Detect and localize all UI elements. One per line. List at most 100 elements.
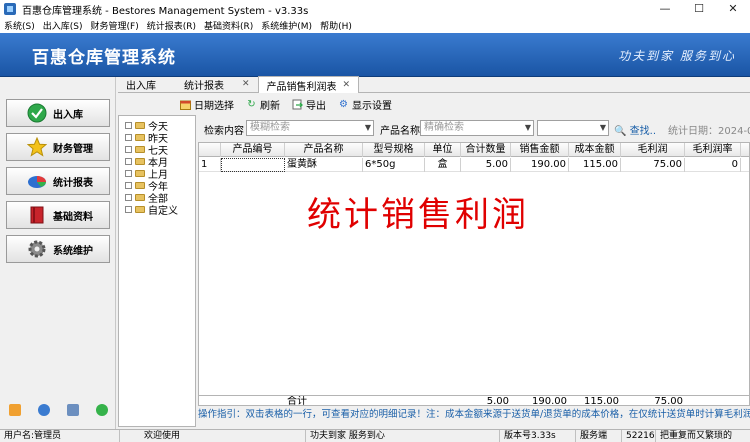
stat-date-label: 统计日期：2024-08 — [668, 126, 750, 137]
date-range-tree: 今天 昨天 七天 本月 上月 今年 全部 自定义 — [118, 115, 196, 427]
chevron-down-icon[interactable]: ▼ — [365, 121, 371, 135]
close-tab-icon[interactable]: ✕ — [343, 80, 351, 90]
display-settings-button[interactable]: ⚙ 显示设置 — [338, 97, 392, 112]
tab-inout[interactable]: 出入库 — [118, 76, 164, 92]
status-bar: 用户名:管理员 欢迎使用 功夫到家 服务到心 版本号3.33s 服务端 5221… — [0, 429, 750, 442]
sales-amount-cell[interactable]: 190.00 — [511, 158, 569, 172]
tab-product-profit[interactable]: 产品销售利润表 ✕ — [257, 76, 360, 93]
expand-icon[interactable] — [125, 181, 132, 189]
product-name-cell[interactable]: 蛋黄酥 — [285, 158, 363, 172]
app-banner: 百惠仓库管理系统 功夫到家 服务到心 — [0, 33, 750, 77]
expand-icon[interactable] — [125, 133, 132, 141]
toolbar: 日期选择 ↻ 刷新 导出 ⚙ 显示设置 — [180, 96, 404, 112]
nav-finance-button[interactable]: 财务管理 — [6, 133, 110, 161]
column-header[interactable]: 单位 — [425, 143, 461, 157]
settings-icon: ⚙ — [339, 98, 348, 110]
profit-rate-cell[interactable]: 0 — [685, 158, 741, 172]
tab-reports-label: 统计报表 — [184, 80, 224, 92]
pie-chart-icon — [27, 171, 47, 191]
model-spec-cell[interactable]: 6*50g — [363, 158, 425, 172]
edit-icon[interactable] — [8, 404, 21, 416]
column-header[interactable]: 合计数量 — [461, 143, 511, 157]
menu-basic-data[interactable]: 基础资料(R) — [200, 19, 257, 32]
footer-sales: 190.00 — [532, 396, 567, 406]
gross-profit-cell[interactable]: 75.00 — [621, 158, 685, 172]
column-header[interactable] — [199, 143, 221, 157]
column-header[interactable]: 产品名称 — [285, 143, 363, 157]
info-icon[interactable] — [37, 404, 50, 416]
product-code-cell[interactable] — [221, 158, 285, 172]
total-qty-cell[interactable]: 5.00 — [461, 158, 511, 172]
tab-reports[interactable]: 统计报表 ✕ — [176, 76, 258, 92]
folder-icon — [135, 145, 145, 153]
menu-finance[interactable]: 财务管理(F) — [87, 19, 143, 32]
close-icon[interactable]: ✕ — [716, 0, 750, 18]
search-icon: 🔍 — [614, 126, 627, 137]
status-port: 52216 — [622, 430, 656, 442]
nav-reports-button[interactable]: 统计报表 — [6, 167, 110, 195]
find-label: 查找.. — [629, 126, 656, 137]
search-row: 检索内容 模糊检索 ▼ 产品名称 精确检索 ▼ ▼ 🔍 查找.. 统计日期：20… — [198, 118, 750, 138]
expand-icon[interactable] — [125, 193, 132, 201]
status-motto: 功夫到家 服务到心 — [306, 430, 500, 442]
product-name-placeholder: 精确检索 — [424, 122, 464, 133]
maximize-icon[interactable]: ☐ — [682, 0, 716, 18]
book-icon — [27, 205, 47, 225]
nav-basic-data-label: 基础资料 — [53, 211, 93, 223]
date-select-button[interactable]: 日期选择 — [180, 97, 234, 112]
window-title: 百惠仓库管理系统 - Bestores Management System - … — [22, 5, 309, 17]
table-row[interactable]: 1 蛋黄酥 6*50g 盒 5.00 190.00 115.00 75.00 0 — [199, 158, 749, 172]
product-name-input[interactable]: 精确检索 ▼ — [420, 120, 534, 136]
column-header[interactable]: 产品编号 — [221, 143, 285, 157]
refresh-button[interactable]: ↻ 刷新 — [246, 97, 280, 112]
close-tab-icon[interactable]: ✕ — [242, 79, 250, 89]
folder-icon — [135, 205, 145, 213]
find-button[interactable]: 🔍 查找.. — [614, 122, 656, 137]
app-icon — [4, 3, 16, 15]
expand-icon[interactable] — [125, 145, 132, 153]
tree-item-label: 自定义 — [148, 205, 178, 217]
expand-icon[interactable] — [125, 205, 132, 213]
brand-slogan: 功夫到家 服务到心 — [618, 49, 736, 63]
menu-help[interactable]: 帮助(H) — [316, 19, 356, 32]
check-icon — [27, 103, 47, 123]
report-watermark: 统计销售利润 — [307, 195, 529, 235]
minimize-icon[interactable]: — — [648, 0, 682, 18]
search-content-input[interactable]: 模糊检索 ▼ — [246, 120, 374, 136]
column-header[interactable]: 成本金额 — [569, 143, 621, 157]
menu-system[interactable]: 系统(S) — [0, 19, 39, 32]
display-settings-label: 显示设置 — [352, 100, 392, 112]
menu-reports[interactable]: 统计报表(R) — [143, 19, 200, 32]
column-header[interactable]: 毛利润率 — [685, 143, 741, 157]
nav-maintenance-label: 系统维护 — [53, 245, 93, 257]
column-header[interactable]: 型号规格 — [363, 143, 425, 157]
search-content-label: 检索内容 — [204, 126, 244, 137]
quick-icons — [0, 404, 116, 416]
extra-filter-select[interactable]: ▼ — [537, 120, 609, 136]
left-nav: 出入库 财务管理 统计报表 基础资料 系统维护 — [0, 77, 116, 429]
grid-header: 产品编号 产品名称 型号规格 单位 合计数量 销售金额 成本金额 毛利润 毛利润… — [199, 143, 749, 157]
chevron-down-icon[interactable]: ▼ — [525, 121, 531, 135]
nav-maintenance-button[interactable]: 系统维护 — [6, 235, 110, 263]
nav-inout-button[interactable]: 出入库 — [6, 99, 110, 127]
expand-icon[interactable] — [125, 121, 132, 129]
export-label: 导出 — [306, 100, 326, 112]
export-button[interactable]: 导出 — [292, 97, 326, 112]
expand-icon[interactable] — [125, 157, 132, 165]
product-name-label: 产品名称 — [380, 126, 420, 137]
nav-basic-data-button[interactable]: 基础资料 — [6, 201, 110, 229]
menu-inout[interactable]: 出入库(S) — [39, 19, 87, 32]
menu-bar: 系统(S) 出入库(S) 财务管理(F) 统计报表(R) 基础资料(R) 系统维… — [0, 18, 750, 33]
refresh-icon[interactable] — [95, 404, 108, 416]
unit-cell[interactable]: 盒 — [425, 158, 461, 172]
column-header[interactable]: 销售金额 — [511, 143, 569, 157]
folder-icon — [135, 169, 145, 177]
chevron-down-icon[interactable]: ▼ — [600, 121, 606, 135]
cost-amount-cell[interactable]: 115.00 — [569, 158, 621, 172]
window-icon[interactable] — [66, 404, 79, 416]
tree-item-custom[interactable]: 自定义 — [125, 203, 178, 217]
column-header[interactable]: 毛利润 — [621, 143, 685, 157]
refresh-label: 刷新 — [260, 100, 280, 112]
menu-maintenance[interactable]: 系统维护(M) — [257, 19, 316, 32]
expand-icon[interactable] — [125, 169, 132, 177]
